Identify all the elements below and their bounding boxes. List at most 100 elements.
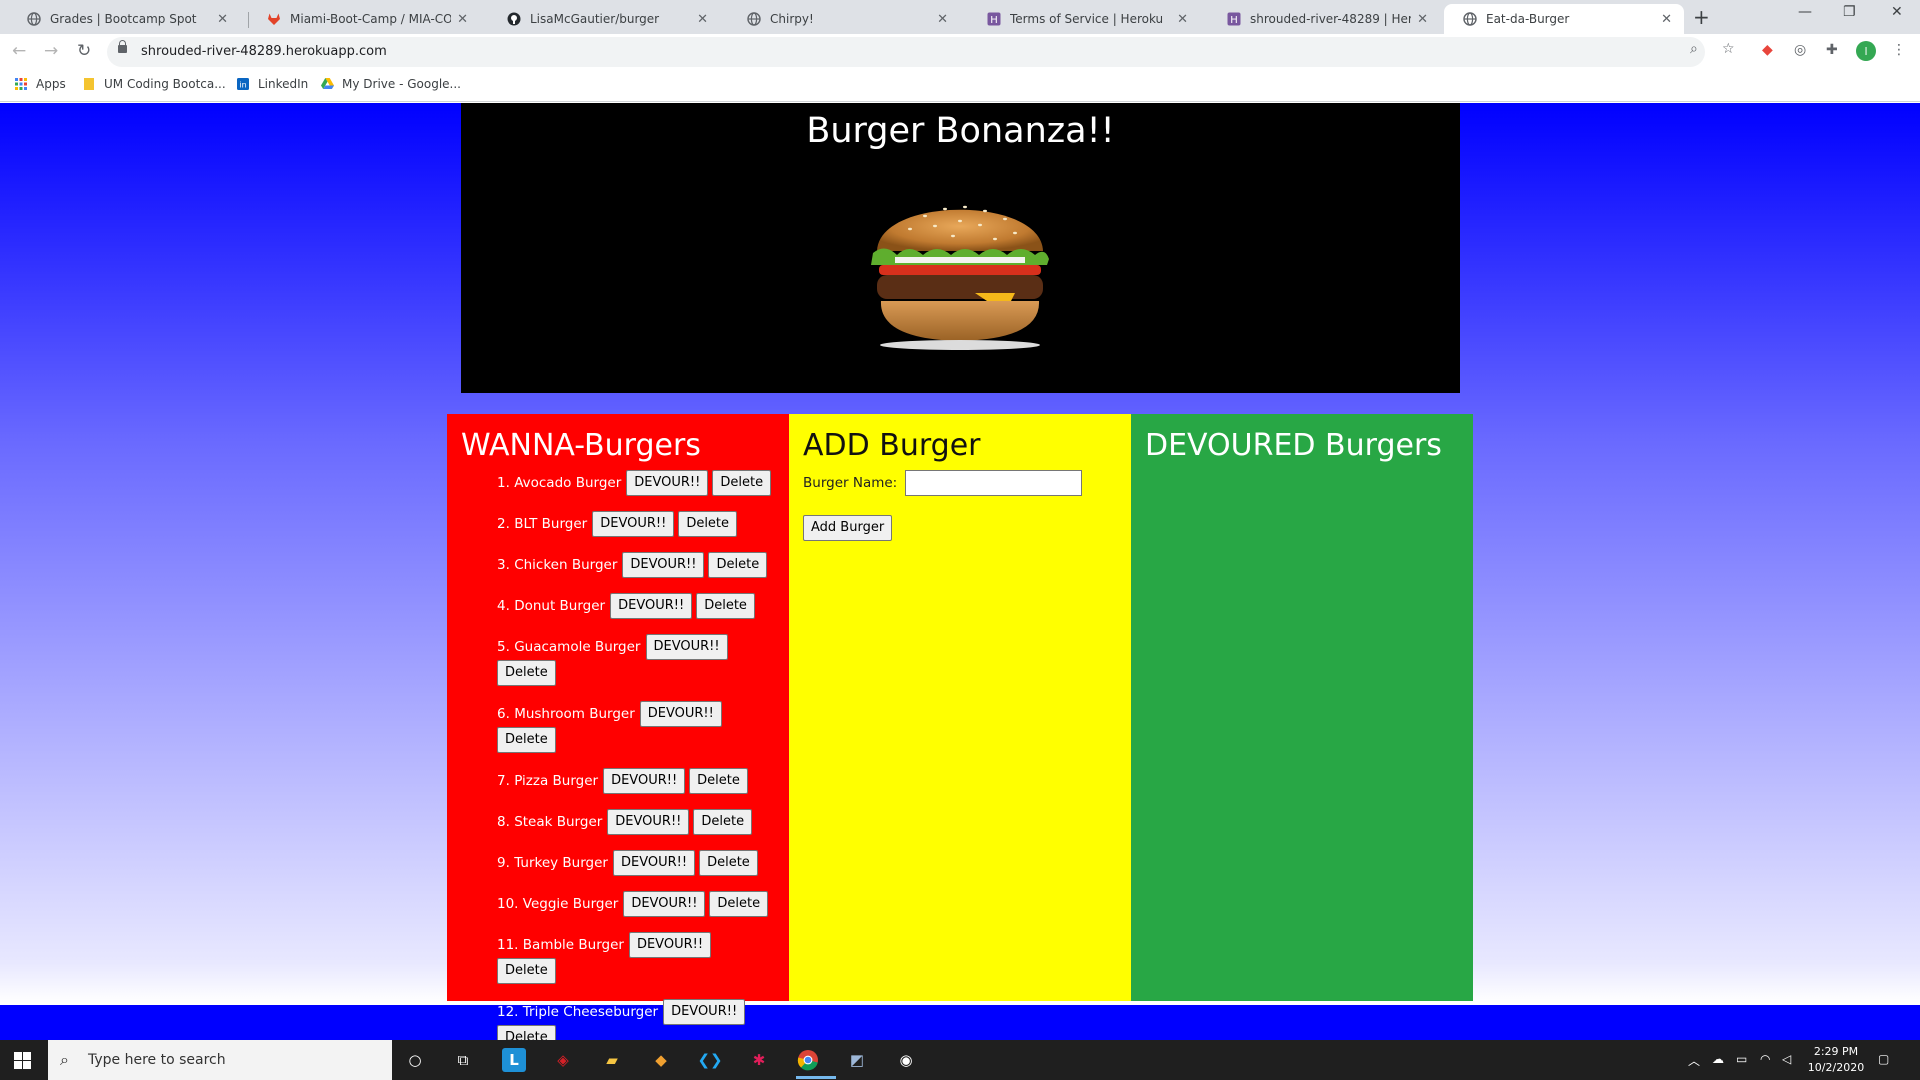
git-icon[interactable]: ◆ bbox=[649, 1048, 673, 1072]
address-bar[interactable]: shrouded-river-48289.herokuapp.com bbox=[107, 37, 1705, 67]
vscode-icon[interactable]: ❮❯ bbox=[697, 1048, 722, 1072]
devour-button[interactable]: DEVOUR!! bbox=[622, 552, 705, 578]
tab-chirpy[interactable]: Chirpy! ✕ bbox=[728, 4, 960, 34]
close-icon[interactable]: ✕ bbox=[697, 12, 708, 27]
close-icon[interactable]: ✕ bbox=[217, 12, 228, 27]
wanna-burger-item: 4. Donut Burger DEVOUR!! Delete bbox=[497, 593, 777, 619]
tab-github[interactable]: LisaMcGautier/burger ✕ bbox=[488, 4, 720, 34]
taskbar-search-placeholder: Type here to search bbox=[88, 1052, 226, 1068]
devour-button[interactable]: DEVOUR!! bbox=[623, 891, 706, 917]
new-tab-button[interactable]: + bbox=[1693, 5, 1710, 29]
heroku-icon: H bbox=[1226, 11, 1242, 27]
close-icon[interactable]: ✕ bbox=[1417, 12, 1428, 27]
devour-button[interactable]: DEVOUR!! bbox=[612, 850, 696, 876]
delete-button[interactable]: Delete bbox=[497, 660, 556, 686]
devour-button[interactable]: DEVOUR!! bbox=[626, 470, 709, 496]
puzzle-icon[interactable]: ✚ bbox=[1826, 42, 1838, 58]
devour-button[interactable]: DEVOUR!! bbox=[628, 932, 712, 958]
delete-button[interactable]: Delete bbox=[497, 727, 556, 753]
taskbar-search-box[interactable]: ⌕ Type here to search bbox=[48, 1040, 392, 1080]
wanna-burger-item: 5. Guacamole Burger DEVOUR!! Delete bbox=[497, 634, 777, 686]
task-view-icon[interactable]: ⧉ bbox=[451, 1048, 475, 1072]
delete-button[interactable]: Delete bbox=[689, 768, 748, 794]
profile-avatar[interactable]: l bbox=[1856, 41, 1876, 61]
app-blue-icon[interactable]: ◩ bbox=[845, 1048, 869, 1072]
delete-button[interactable]: Delete bbox=[497, 958, 556, 984]
globe-icon bbox=[746, 11, 762, 27]
wanna-burger-item: 1. Avocado Burger DEVOUR!! Delete bbox=[497, 470, 777, 496]
tab-strip: Grades | Bootcamp Spot ✕ Miami-Boot-Camp… bbox=[0, 0, 1920, 34]
zoom-icon[interactable]: ⌕ bbox=[1690, 41, 1698, 57]
devour-button[interactable]: DEVOUR!! bbox=[607, 809, 690, 835]
taskbar-clock[interactable]: 2:29 PM 10/2/2020 bbox=[1806, 1044, 1866, 1076]
extension-icon[interactable]: ◎ bbox=[1794, 42, 1806, 58]
notifications-icon[interactable]: ▢ bbox=[1878, 1052, 1889, 1066]
browser-toolbar: ← → ↻ shrouded-river-48289.herokuapp.com… bbox=[0, 34, 1920, 70]
restore-icon[interactable]: ❐ bbox=[1843, 4, 1856, 20]
tab-title: Chirpy! bbox=[770, 12, 814, 26]
bookmark-google-drive[interactable]: My Drive - Google... bbox=[320, 77, 461, 91]
devour-button[interactable]: DEVOUR!! bbox=[645, 634, 728, 660]
star-icon[interactable]: ☆ bbox=[1722, 41, 1735, 57]
github-icon bbox=[506, 11, 522, 27]
bookmark-label: UM Coding Bootca... bbox=[104, 77, 226, 91]
folder-icon bbox=[82, 77, 96, 91]
bookmark-label: LinkedIn bbox=[258, 77, 309, 91]
delete-button[interactable]: Delete bbox=[693, 809, 753, 835]
add-burger-button[interactable]: Add Burger bbox=[803, 515, 893, 541]
bookmark-um-coding[interactable]: UM Coding Bootca... bbox=[82, 77, 226, 91]
devour-button[interactable]: DEVOUR!! bbox=[603, 768, 686, 794]
menu-dots-icon[interactable]: ⋮ bbox=[1892, 42, 1906, 58]
burger-name: 2. BLT Burger bbox=[497, 516, 588, 532]
devour-button[interactable]: DEVOUR!! bbox=[592, 511, 675, 537]
bookmark-apps[interactable]: Apps bbox=[14, 77, 66, 91]
extension-badge-icon[interactable]: ◆ bbox=[1762, 42, 1773, 58]
windows-start-icon[interactable] bbox=[14, 1052, 31, 1069]
window-close-icon[interactable]: ✕ bbox=[1891, 4, 1903, 20]
cortana-icon[interactable]: ○ bbox=[403, 1048, 427, 1072]
delete-button[interactable]: Delete bbox=[709, 891, 769, 917]
file-explorer-icon[interactable]: ▰ bbox=[600, 1048, 624, 1072]
burger-name: 12. Triple Cheeseburger bbox=[497, 1004, 659, 1020]
onedrive-icon[interactable]: ☁ bbox=[1712, 1052, 1724, 1066]
devour-button[interactable]: DEVOUR!! bbox=[610, 593, 693, 619]
delete-button[interactable]: Delete bbox=[708, 552, 768, 578]
tab-title: Eat-da-Burger bbox=[1486, 12, 1570, 26]
forward-arrow-icon[interactable]: → bbox=[44, 41, 58, 61]
close-icon[interactable]: ✕ bbox=[1661, 12, 1672, 27]
page-title: Burger Bonanza!! bbox=[806, 111, 1115, 151]
minimize-icon[interactable]: — bbox=[1798, 4, 1812, 20]
delete-button[interactable]: Delete bbox=[678, 511, 738, 537]
wanna-burger-item: 11. Bamble Burger DEVOUR!! Delete bbox=[497, 932, 777, 984]
url-text: shrouded-river-48289.herokuapp.com bbox=[141, 44, 387, 59]
volume-icon[interactable]: ◁ bbox=[1782, 1052, 1791, 1066]
slack-icon[interactable]: ✱ bbox=[747, 1048, 771, 1072]
back-arrow-icon[interactable]: ← bbox=[12, 41, 26, 61]
chrome-icon[interactable] bbox=[796, 1048, 820, 1072]
wifi-icon[interactable]: ◠ bbox=[1760, 1052, 1770, 1066]
bookmark-linkedin[interactable]: in LinkedIn bbox=[236, 77, 308, 91]
tab-grades[interactable]: Grades | Bootcamp Spot ✕ bbox=[8, 4, 240, 34]
close-icon[interactable]: ✕ bbox=[1177, 12, 1188, 27]
delete-button[interactable]: Delete bbox=[712, 470, 772, 496]
search-icon: ⌕ bbox=[60, 1050, 69, 1069]
github-desktop-icon[interactable]: ◉ bbox=[894, 1048, 918, 1072]
mcafee-icon[interactable]: ◈ bbox=[551, 1048, 575, 1072]
battery-icon[interactable]: ▭ bbox=[1736, 1052, 1747, 1066]
bookmark-label: My Drive - Google... bbox=[342, 77, 461, 91]
reload-icon[interactable]: ↻ bbox=[77, 41, 91, 61]
delete-button[interactable]: Delete bbox=[699, 850, 758, 876]
devour-button[interactable]: DEVOUR!! bbox=[663, 999, 746, 1025]
tab-heroku-app[interactable]: H shrouded-river-48289 | Heroku ✕ bbox=[1208, 4, 1440, 34]
tab-eat-da-burger[interactable]: Eat-da-Burger ✕ bbox=[1444, 4, 1684, 34]
close-icon[interactable]: ✕ bbox=[937, 12, 948, 27]
wanna-burgers-heading: WANNA-Burgers bbox=[461, 428, 701, 463]
burger-name-input[interactable] bbox=[905, 470, 1083, 496]
devour-button[interactable]: DEVOUR!! bbox=[639, 701, 722, 727]
tray-chevron-icon[interactable]: ︿ bbox=[1688, 1052, 1700, 1069]
tab-heroku-terms[interactable]: H Terms of Service | Heroku ✕ bbox=[968, 4, 1200, 34]
delete-button[interactable]: Delete bbox=[696, 593, 755, 619]
close-icon[interactable]: ✕ bbox=[457, 12, 468, 27]
tab-gitlab[interactable]: Miami-Boot-Camp / MIA-COG-F ✕ bbox=[248, 4, 480, 34]
app-l-icon[interactable]: L bbox=[502, 1048, 526, 1072]
